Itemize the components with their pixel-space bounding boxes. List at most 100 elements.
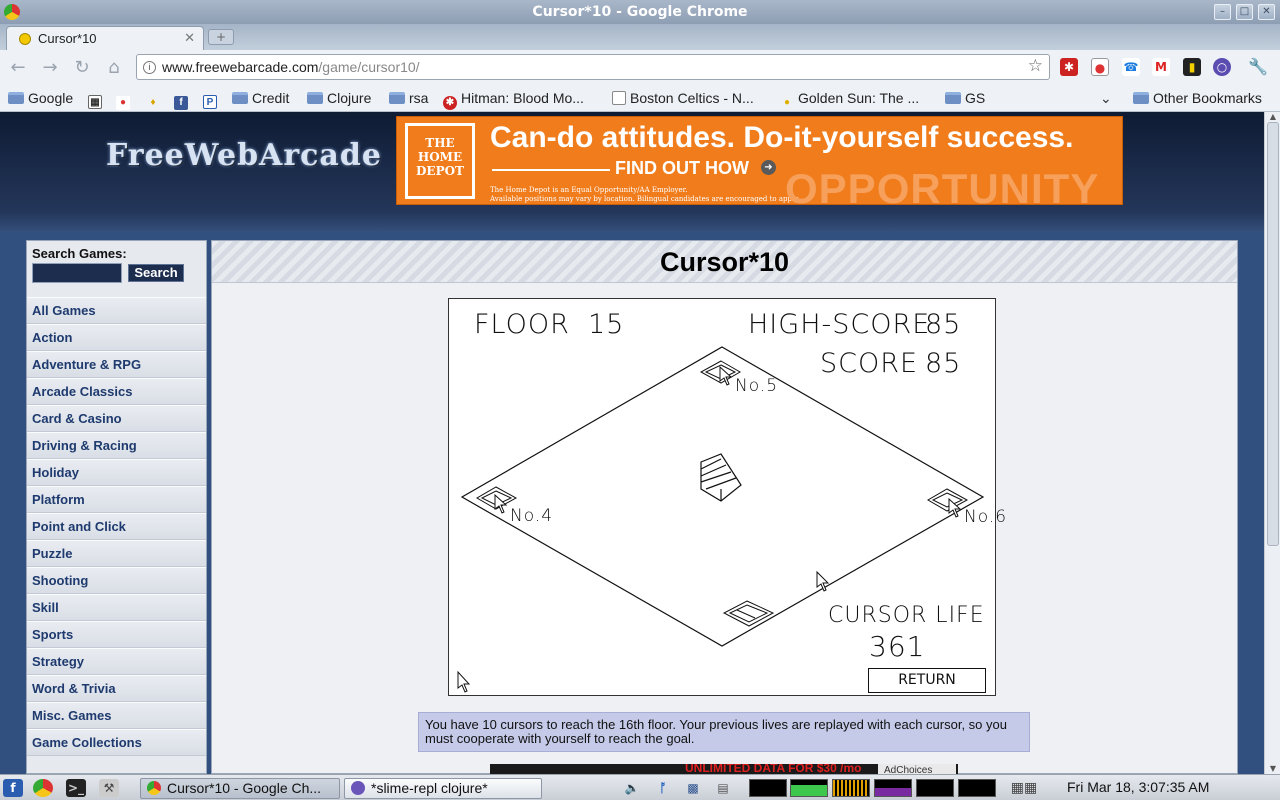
bookmark-celtics[interactable]: Boston Celtics - N... bbox=[612, 88, 754, 108]
close-tab-icon[interactable]: ✕ bbox=[184, 30, 195, 46]
clock[interactable]: Fri Mar 18, 3:07:35 AM bbox=[1067, 779, 1209, 795]
cursor-favicon-icon bbox=[19, 33, 31, 45]
category-action[interactable]: Action bbox=[27, 324, 206, 351]
high-score-value: 85 bbox=[925, 309, 962, 340]
address-bar[interactable]: i www.freewebarcade.com/game/cursor10/ ☆ bbox=[136, 54, 1050, 80]
extension-red-icon[interactable]: ✱ bbox=[1060, 58, 1078, 76]
bookmark-reddit[interactable]: ● bbox=[116, 88, 134, 110]
category-shooting[interactable]: Shooting bbox=[27, 567, 206, 594]
scrollbar-thumb[interactable] bbox=[1267, 122, 1279, 546]
category-sports[interactable]: Sports bbox=[27, 621, 206, 648]
leaf-icon: ♦ bbox=[150, 97, 156, 108]
network-monitor bbox=[832, 779, 870, 797]
category-strategy[interactable]: Strategy bbox=[27, 648, 206, 675]
bookmark-star-icon[interactable]: ☆ bbox=[1028, 56, 1043, 76]
volume-icon[interactable]: 🔈 bbox=[622, 779, 642, 797]
bookmark-google[interactable]: Google bbox=[8, 88, 73, 108]
category-driving-racing[interactable]: Driving & Racing bbox=[27, 432, 206, 459]
category-adventure-rpg[interactable]: Adventure & RPG bbox=[27, 351, 206, 378]
category-word-trivia[interactable]: Word & Trivia bbox=[27, 675, 206, 702]
bookmarks-overflow-chevron-icon[interactable]: ⌄ bbox=[1100, 88, 1112, 108]
category-misc-games[interactable]: Misc. Games bbox=[27, 702, 206, 729]
category-platform[interactable]: Platform bbox=[27, 486, 206, 513]
bookmark-label: GS bbox=[965, 90, 986, 106]
folder-icon bbox=[389, 92, 405, 104]
reload-icon[interactable]: ↻ bbox=[72, 58, 92, 78]
bookmark-gs[interactable]: GS bbox=[945, 88, 985, 108]
search-button[interactable]: Search bbox=[128, 264, 184, 282]
fedora-menu-icon[interactable]: f bbox=[3, 779, 23, 797]
adchoices-label[interactable]: AdChoices bbox=[878, 764, 956, 774]
bookmark-p[interactable]: P bbox=[203, 88, 221, 109]
category-holiday[interactable]: Holiday bbox=[27, 459, 206, 486]
task-label: *slime-repl clojure* bbox=[371, 780, 488, 796]
chrome-icon bbox=[147, 781, 161, 795]
site-header: FreeWebArcade THE HOME DEPOT Can-do atti… bbox=[0, 112, 1264, 212]
ad-fine-print: The Home Depot is an Equal Opportunity/A… bbox=[490, 186, 799, 204]
return-button[interactable]: RETURN bbox=[868, 668, 986, 693]
category-card-casino[interactable]: Card & Casino bbox=[27, 405, 206, 432]
emacs-icon bbox=[351, 781, 365, 795]
bookmark-label: Golden Sun: The ... bbox=[798, 90, 920, 106]
page-info-icon[interactable]: i bbox=[143, 61, 156, 74]
bottom-ad[interactable]: UNLIMITED DATA FOR $30 /mo AdChoices bbox=[490, 764, 958, 774]
chrome-launcher-icon[interactable] bbox=[33, 779, 53, 797]
category-skill[interactable]: Skill bbox=[27, 594, 206, 621]
workspace-switcher-icon[interactable]: ▦▦ bbox=[1010, 779, 1038, 797]
task-emacs[interactable]: *slime-repl clojure* bbox=[344, 778, 542, 799]
category-arcade-classics[interactable]: Arcade Classics bbox=[27, 378, 206, 405]
reddit-extension-icon[interactable]: ● bbox=[1091, 58, 1109, 76]
memory-monitor bbox=[790, 779, 828, 797]
category-game-collections[interactable]: Game Collections bbox=[27, 729, 206, 756]
minimize-button[interactable]: – bbox=[1214, 4, 1231, 20]
switch-pad-right bbox=[927, 488, 969, 512]
site-logo[interactable]: FreeWebArcade bbox=[106, 138, 382, 173]
network-signal-icon[interactable]: ▩ bbox=[683, 779, 703, 797]
tab-cursor10[interactable]: Cursor*10 ✕ bbox=[6, 26, 204, 50]
main-panel: Cursor*10 FLOOR 15 HIGH-SCORE 85 SCORE 8… bbox=[211, 240, 1238, 774]
banner-ad[interactable]: THE HOME DEPOT Can-do attitudes. Do-it-y… bbox=[396, 116, 1123, 205]
bookmark-calendar[interactable]: ▦ bbox=[88, 88, 106, 109]
home-icon[interactable]: ⌂ bbox=[104, 58, 124, 78]
phone-extension-icon[interactable]: ☎ bbox=[1122, 58, 1140, 76]
bookmark-label: Credit bbox=[252, 90, 290, 106]
wrench-icon[interactable]: 🔧 bbox=[1248, 58, 1268, 76]
search-input[interactable] bbox=[32, 263, 122, 283]
bookmark-golden-sun[interactable]: ● Golden Sun: The ... bbox=[780, 88, 919, 108]
scroll-up-arrow-icon[interactable]: ▲ bbox=[1265, 112, 1280, 122]
extension-globe-icon[interactable]: ○ bbox=[1213, 58, 1231, 76]
bookmark-hitman[interactable]: ✱ Hitman: Blood Mo... bbox=[443, 88, 584, 110]
tools-icon[interactable]: ⚒ bbox=[99, 779, 119, 797]
content-area: Search Games: Search All Games Action Ad… bbox=[0, 232, 1264, 774]
category-point-and-click[interactable]: Point and Click bbox=[27, 513, 206, 540]
game-canvas[interactable]: FLOOR 15 HIGH-SCORE 85 SCORE 85 No.5 No.… bbox=[448, 298, 1006, 696]
bookmark-other[interactable]: Other Bookmarks bbox=[1133, 88, 1262, 108]
maximize-button[interactable]: □ bbox=[1236, 4, 1253, 20]
close-window-button[interactable]: ✕ bbox=[1258, 4, 1275, 20]
disk-monitor bbox=[958, 779, 996, 797]
bookmark-credit[interactable]: Credit bbox=[232, 88, 289, 108]
bookmark-facebook[interactable]: f bbox=[174, 88, 192, 110]
back-icon[interactable]: ← bbox=[8, 58, 28, 78]
cursor-icon bbox=[494, 493, 508, 514]
forward-icon[interactable]: → bbox=[40, 58, 60, 78]
header-band bbox=[0, 212, 1264, 232]
category-all-games[interactable]: All Games bbox=[27, 297, 206, 324]
gmail-extension-icon[interactable]: M bbox=[1152, 58, 1170, 76]
bookmark-clojure[interactable]: Clojure bbox=[307, 88, 371, 108]
bookmarks-bar: Google ▦ ● ♦ f P Credit Clojure rsa ✱ Hit… bbox=[0, 84, 1280, 112]
page-scrollbar[interactable]: ▲ ▼ bbox=[1264, 112, 1280, 774]
new-tab-button[interactable]: + bbox=[208, 29, 234, 45]
bookmark-leaf[interactable]: ♦ bbox=[146, 88, 164, 108]
clipboard-icon[interactable]: ▤ bbox=[713, 779, 733, 797]
terminal-icon[interactable]: >_ bbox=[66, 779, 86, 797]
cursor-life-label: CURSOR LIFE bbox=[828, 603, 985, 628]
extension-yellow-icon[interactable]: ▮ bbox=[1183, 58, 1201, 76]
switch-label-no6: No.6 bbox=[964, 507, 1008, 527]
task-chrome[interactable]: Cursor*10 - Google Ch... bbox=[140, 778, 340, 799]
ad-cta: FIND OUT HOW bbox=[615, 158, 749, 178]
bluetooth-icon[interactable]: ᚩ bbox=[653, 779, 673, 797]
scroll-down-arrow-icon[interactable]: ▼ bbox=[1265, 764, 1280, 774]
bookmark-rsa[interactable]: rsa bbox=[389, 88, 428, 108]
category-puzzle[interactable]: Puzzle bbox=[27, 540, 206, 567]
